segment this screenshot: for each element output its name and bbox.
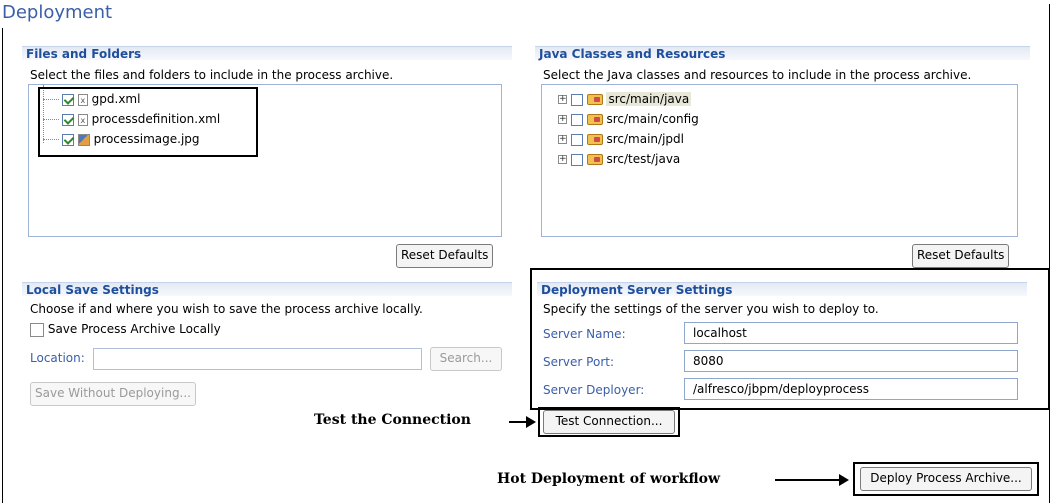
arrow-line	[775, 479, 841, 481]
server-port-input[interactable]: 8080	[684, 350, 1018, 372]
java-classes-tree[interactable]: + src/main/java + src/main/config + src/…	[541, 84, 1018, 237]
tree-item-src-test-java[interactable]: + src/test/java	[558, 149, 680, 169]
checkbox-src-test-java[interactable]	[570, 153, 583, 166]
server-port-label: Server Port:	[543, 355, 614, 369]
test-connection-annotation: Test the Connection	[314, 412, 471, 428]
deploy-process-archive-button[interactable]: Deploy Process Archive...	[860, 467, 1032, 491]
checkbox-src-main-config[interactable]	[570, 113, 583, 126]
save-without-deploying-button[interactable]: Save Without Deploying...	[30, 382, 196, 406]
search-button[interactable]: Search...	[430, 347, 502, 371]
server-name-label: Server Name:	[543, 327, 626, 341]
java-classes-description: Select the Java classes and resources to…	[543, 68, 972, 82]
server-settings-description: Specify the settings of the server you w…	[543, 302, 879, 316]
server-settings-header: Deployment Server Settings	[537, 282, 1027, 297]
checkbox-src-main-java[interactable]	[570, 93, 583, 106]
tree-item-src-main-config[interactable]: + src/main/config	[558, 109, 699, 129]
tree-item-label: src/test/java	[606, 152, 681, 166]
local-save-header: Local Save Settings	[22, 282, 512, 297]
java-classes-header: Java Classes and Resources	[535, 46, 1030, 61]
server-deployer-input[interactable]: /alfresco/jbpm/deployprocess	[684, 378, 1018, 400]
reset-defaults-button-files[interactable]: Reset Defaults	[396, 244, 494, 268]
arrow-line	[509, 421, 527, 423]
save-locally-checkbox[interactable]	[30, 322, 44, 337]
save-locally-label: Save Process Archive Locally	[47, 322, 221, 336]
package-folder-icon	[586, 134, 603, 145]
reset-defaults-button-java[interactable]: Reset Defaults	[912, 244, 1010, 268]
tree-item-label: src/main/java	[606, 92, 692, 106]
expand-icon[interactable]: +	[558, 115, 567, 124]
server-name-input[interactable]: localhost	[684, 322, 1018, 344]
arrow-right-icon	[839, 474, 849, 486]
expand-icon[interactable]: +	[558, 135, 567, 144]
test-connection-button[interactable]: Test Connection...	[543, 410, 675, 434]
tree-item-label: src/main/jpdl	[606, 132, 684, 146]
server-deployer-label: Server Deployer:	[543, 383, 645, 397]
annotation-frame-left	[2, 28, 3, 503]
page-title: Deployment	[2, 2, 113, 23]
tree-item-src-main-java[interactable]: + src/main/java	[558, 89, 692, 109]
tree-item-src-main-jpdl[interactable]: + src/main/jpdl	[558, 129, 684, 149]
checkbox-src-main-jpdl[interactable]	[570, 133, 583, 146]
location-label: Location:	[30, 351, 85, 365]
files-and-folders-header: Files and Folders	[22, 46, 512, 61]
save-locally-option[interactable]: Save Process Archive Locally	[30, 322, 221, 337]
hot-deployment-annotation: Hot Deployment of workflow	[497, 471, 721, 487]
expand-icon[interactable]: +	[558, 155, 567, 164]
tree-item-label: src/main/config	[606, 112, 699, 126]
files-and-folders-description: Select the files and folders to include …	[30, 68, 394, 82]
package-folder-icon	[586, 114, 603, 125]
arrow-right-icon	[526, 416, 536, 428]
files-highlight-annotation	[38, 87, 258, 157]
package-folder-icon	[586, 94, 603, 105]
location-input[interactable]	[93, 348, 422, 370]
expand-icon[interactable]: +	[558, 95, 567, 104]
package-folder-icon	[586, 154, 603, 165]
local-save-description: Choose if and where you wish to save the…	[30, 302, 423, 316]
